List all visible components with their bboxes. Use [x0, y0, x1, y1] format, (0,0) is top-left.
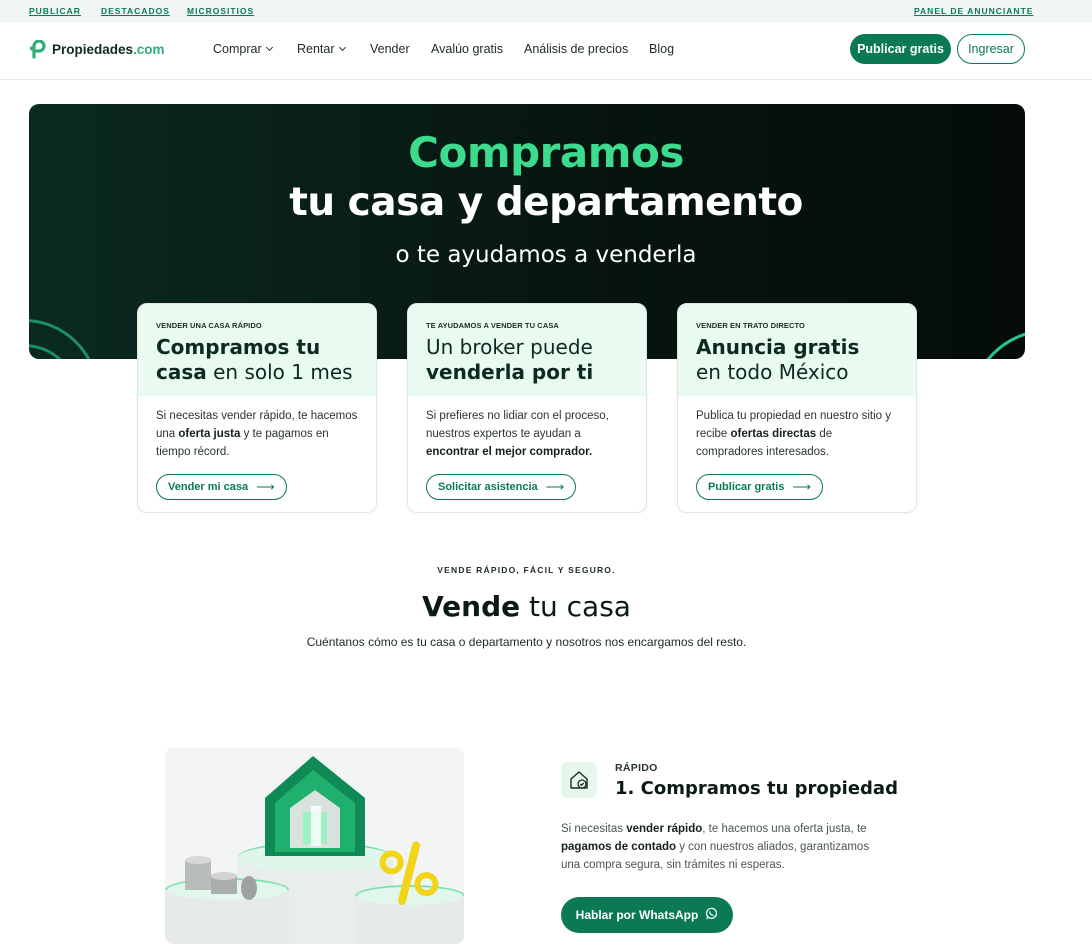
arrow-right-icon: ⟶ [792, 479, 812, 494]
topbar-link-panel-anunciante[interactable]: PANEL DE ANUNCIANTE [914, 6, 1033, 16]
card-title-part: en solo 1 mes [206, 360, 353, 384]
nav-avaluo[interactable]: Avalúo gratis [431, 42, 503, 56]
nav-vender[interactable]: Vender [370, 42, 410, 56]
login-button[interactable]: Ingresar [957, 34, 1025, 64]
utility-bar: PUBLICAR DESTACADOS MICROSITIOS PANEL DE… [0, 0, 1092, 22]
card-description: Publica tu propiedad en nuestro sitio y … [696, 407, 901, 461]
hero-title: tu casa y departamento [289, 180, 803, 225]
button-label: Publicar gratis [708, 481, 785, 493]
button-label: Vender mi casa [168, 481, 249, 493]
nav-rentar[interactable]: Rentar [297, 42, 346, 56]
card-title-part: Anuncia gratis [696, 335, 860, 359]
card-title-part: Un broker puede [426, 335, 593, 359]
nav-comprar[interactable]: Comprar [213, 42, 273, 56]
hero-decoration-arc [969, 329, 1025, 359]
whatsapp-button[interactable]: Hablar por WhatsApp [561, 897, 733, 933]
card-eyebrow: TE AYUDAMOS A VENDER TU CASA [426, 321, 559, 330]
site-logo[interactable]: Propiedades.com [29, 39, 165, 59]
nav-vender-label: Vender [370, 42, 410, 56]
logo-name: Propiedades [52, 42, 134, 57]
card-desc-part: encontrar el mejor comprador. [426, 446, 593, 458]
feature-desc-part: vender rápido [626, 823, 703, 835]
topbar-link-destacados[interactable]: DESTACADOS [101, 6, 170, 16]
nav-blog-label: Blog [649, 42, 675, 56]
nav-avaluo-label: Avalúo gratis [431, 42, 504, 56]
publish-free-button[interactable]: Publicar gratis ⟶ [696, 474, 824, 500]
card-title-part: casa [156, 360, 207, 384]
card-eyebrow: VENDER UNA CASA RÁPIDO [156, 321, 262, 330]
feature-desc-part: pagamos de contado [561, 841, 677, 853]
card-description: Si necesitas vender rápido, te hacemos u… [156, 407, 361, 461]
card-description: Si prefieres no lidiar con el proceso, n… [426, 407, 631, 461]
arrow-right-icon: ⟶ [545, 479, 565, 494]
site-header: Propiedades.com Comprar Rentar Vender Av… [0, 22, 1092, 80]
chevron-down-icon [338, 43, 346, 52]
section-title: Vende tu casa [0, 590, 1053, 623]
logo-suffix: .com [133, 42, 165, 57]
feature-desc-part: , te hacemos una oferta justa, te [702, 823, 867, 835]
card-desc-part: oferta justa [178, 428, 241, 440]
chevron-down-icon [265, 43, 273, 52]
card-eyebrow: VENDER EN TRATO DIRECTO [696, 321, 805, 330]
hero-subtitle: o te ayudamos a venderla [395, 242, 697, 268]
nav-comprar-label: Comprar [213, 42, 262, 56]
card-compramos: VENDER UNA CASA RÁPIDO Compramos tu casa … [137, 303, 377, 513]
card-title: Anuncia gratis en todo México [696, 335, 911, 385]
card-title-part: Compramos tu [156, 335, 321, 359]
section-eyebrow: VENDE RÁPIDO, FÁCIL Y SEGURO. [437, 565, 616, 575]
button-label: Solicitar asistencia [438, 481, 538, 493]
logo-mark-icon [29, 39, 48, 59]
sell-my-house-button[interactable]: Vender mi casa ⟶ [156, 474, 287, 500]
card-title-part: venderla por ti [426, 360, 594, 384]
card-title: Un broker puede venderla por ti [426, 335, 641, 385]
whatsapp-icon [705, 907, 718, 923]
card-title-part: en todo México [696, 360, 849, 384]
nav-blog[interactable]: Blog [649, 42, 674, 56]
feature-desc-part: Si necesitas [561, 823, 627, 835]
house-check-icon [561, 762, 597, 798]
topbar-link-micrositios[interactable]: MICROSITIOS [187, 6, 254, 16]
arrow-right-icon: ⟶ [256, 479, 275, 494]
card-desc-part: Si prefieres no lidiar con el proceso, n… [426, 410, 609, 440]
button-label: Hablar por WhatsApp [575, 908, 699, 922]
card-anuncia: VENDER EN TRATO DIRECTO Anuncia gratis en… [677, 303, 917, 513]
house-illustration [165, 748, 464, 944]
feature-eyebrow: RÁPIDO [615, 762, 658, 774]
topbar-link-publicar[interactable]: PUBLICAR [29, 6, 81, 16]
nav-analisis-label: Análisis de precios [524, 42, 629, 56]
nav-rentar-label: Rentar [297, 42, 335, 56]
request-assistance-button[interactable]: Solicitar asistencia ⟶ [426, 474, 577, 500]
card-title: Compramos tu casa en solo 1 mes [156, 335, 371, 385]
section-title-rest: tu casa [520, 590, 631, 623]
section-title-bold: Vende [422, 590, 521, 623]
nav-analisis-precios[interactable]: Análisis de precios [524, 42, 628, 56]
feature-title: 1. Compramos tu propiedad [615, 778, 898, 799]
feature-description: Si necesitas vender rápido, te hacemos u… [561, 820, 891, 874]
hero-title-highlight: Compramos [408, 128, 684, 177]
card-broker: TE AYUDAMOS A VENDER TU CASA Un broker p… [407, 303, 647, 513]
card-desc-part: ofertas directas [730, 428, 817, 440]
publish-button[interactable]: Publicar gratis [850, 34, 951, 64]
section-subtitle: Cuéntanos cómo es tu casa o departamento… [306, 635, 747, 649]
